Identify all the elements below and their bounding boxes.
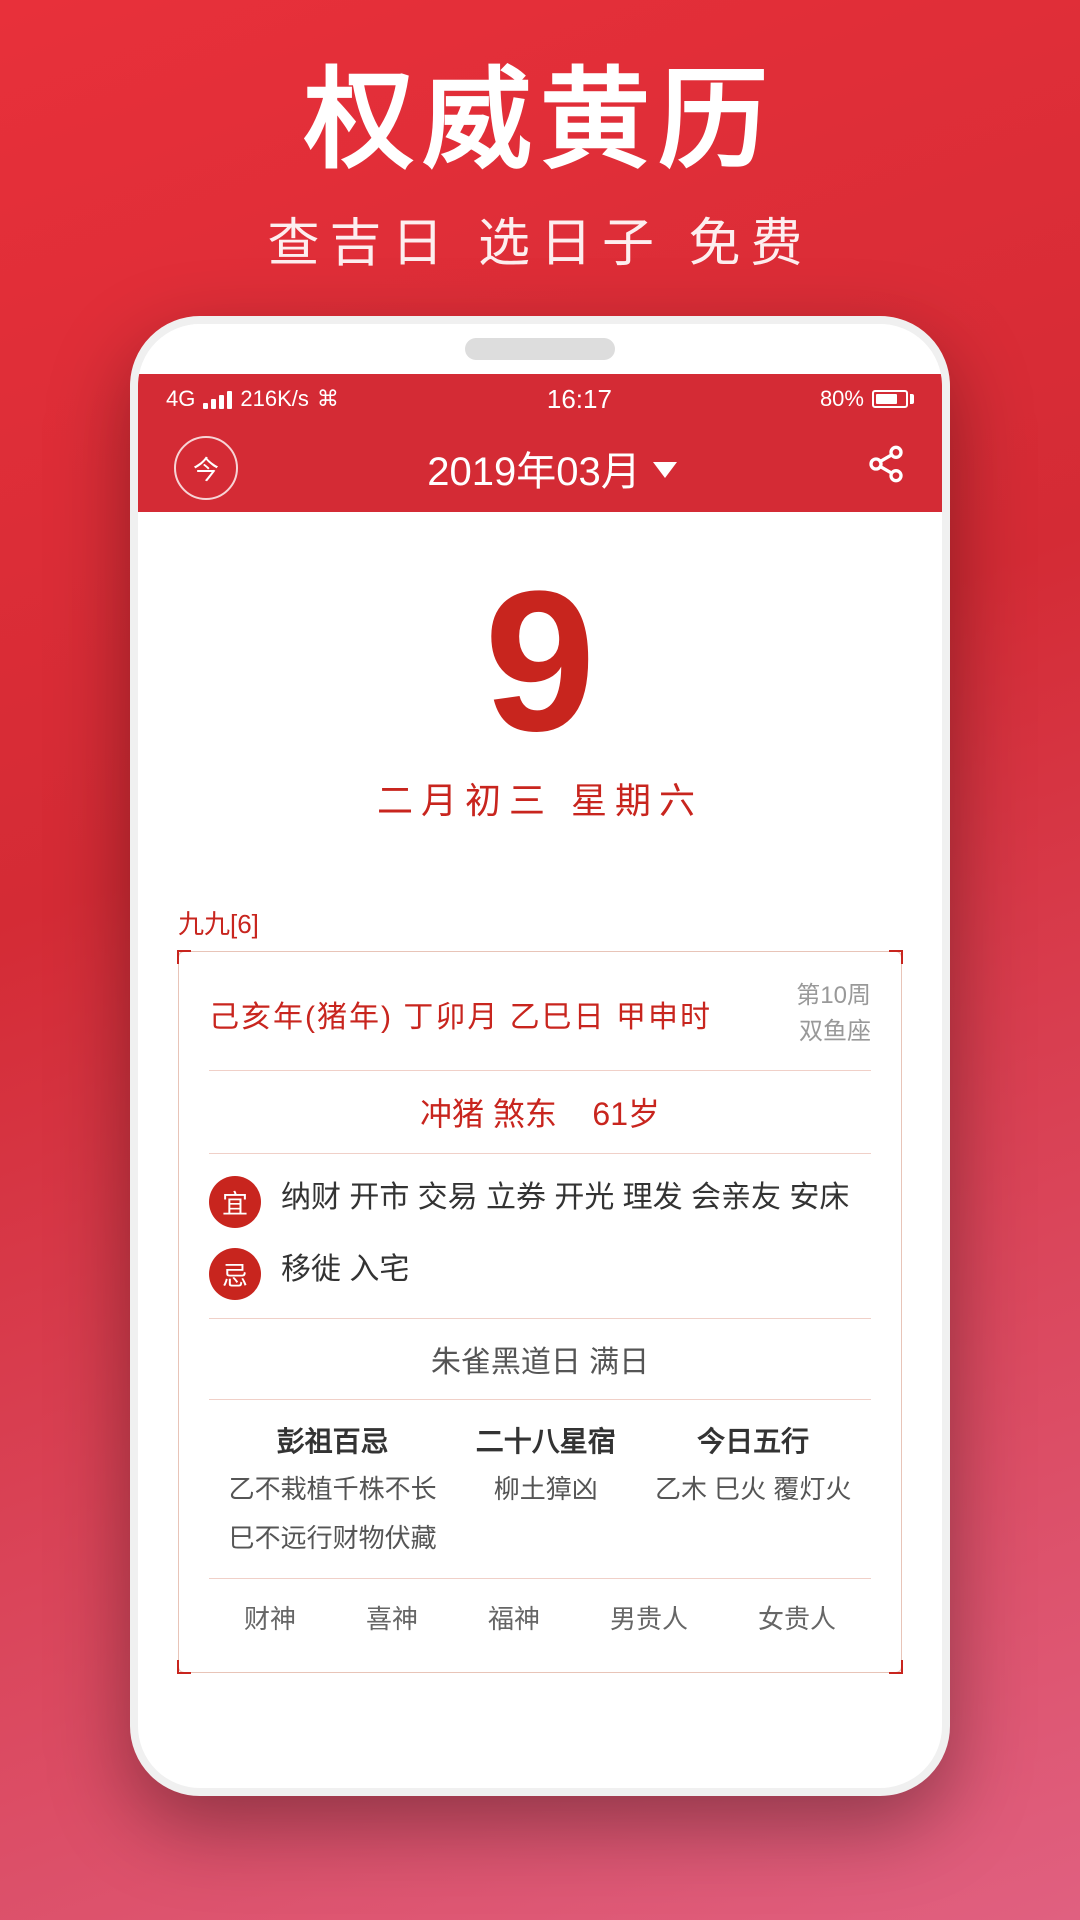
corner-tl-decoration xyxy=(177,950,191,964)
bottom-item-4: 男贵人 xyxy=(610,1599,688,1636)
share-button[interactable] xyxy=(866,444,906,493)
day-number: 9 xyxy=(178,562,902,762)
battery-percent-label: 80% xyxy=(820,386,864,412)
wuxing-value: 乙木 巳火 覆灯火 xyxy=(655,1470,851,1509)
ji-row: 忌 移徙 入宅 xyxy=(209,1244,871,1300)
share-icon xyxy=(866,444,906,484)
year-text: 己亥年(猪年) 丁卯月 乙巳日 甲申时 xyxy=(209,992,712,1036)
xishen-label: 喜神 xyxy=(366,1604,418,1634)
signal-bar-3 xyxy=(219,395,224,409)
conflict-row: 冲猪 煞东 61岁 xyxy=(209,1089,871,1135)
main-title: 权威黄历 xyxy=(304,60,776,181)
bottom-item-2: 喜神 xyxy=(366,1599,418,1636)
battery-body xyxy=(872,390,908,408)
month-label: 2019年03月 xyxy=(427,439,640,497)
divider-4 xyxy=(209,1399,871,1400)
wuxing-title: 今日五行 xyxy=(697,1420,809,1460)
yi-badge: 宜 xyxy=(209,1176,261,1228)
today-button[interactable]: 今 xyxy=(174,436,238,500)
battery-fill xyxy=(876,394,897,404)
today-label: 今 xyxy=(193,450,219,487)
nvguiren-label: 女贵人 xyxy=(758,1604,836,1634)
status-left: 4G 216K/s ⌘ xyxy=(166,386,339,412)
week-info: 第10周 双鱼座 xyxy=(796,978,871,1050)
corner-bl-decoration xyxy=(177,1660,191,1674)
nanguiren-label: 男贵人 xyxy=(610,1604,688,1634)
status-right: 80% xyxy=(820,386,914,412)
signal-bars-icon xyxy=(203,389,232,409)
yi-text: 纳财 开市 交易 立券 开光 理发 会亲友 安床 xyxy=(281,1172,871,1223)
nav-bar: 今 2019年03月 xyxy=(138,424,942,512)
ji-label: 忌 xyxy=(222,1256,248,1293)
divider-2 xyxy=(209,1153,871,1154)
pengzu-line2: 巳不远行财物伏藏 xyxy=(229,1519,437,1558)
pengzu-line1: 乙不栽植千株不长 xyxy=(229,1470,437,1509)
ji-text: 移徙 入宅 xyxy=(281,1244,871,1295)
battery-tip xyxy=(910,394,914,404)
phone-speaker-area xyxy=(138,324,942,374)
col-wuxing: 今日五行 乙木 巳火 覆灯火 xyxy=(655,1420,851,1558)
week-label: 第10周 xyxy=(796,978,871,1014)
fushen-label: 福神 xyxy=(488,1604,540,1634)
corner-tr-decoration xyxy=(889,950,903,964)
col-pengzu: 彭祖百忌 乙不栽植千株不长 巳不远行财物伏藏 xyxy=(229,1420,437,1558)
lunar-date: 二月初三 星期六 xyxy=(178,772,902,824)
conflict-text: 冲猪 煞东 61岁 xyxy=(420,1096,660,1132)
year-info-row: 己亥年(猪年) 丁卯月 乙巳日 甲申时 第10周 双鱼座 xyxy=(209,978,871,1050)
bottom-item-1: 财神 xyxy=(244,1599,296,1636)
age-label: 61岁 xyxy=(592,1096,660,1132)
battery-icon xyxy=(872,390,914,408)
phone-speaker xyxy=(465,338,615,360)
signal-bar-1 xyxy=(203,403,208,409)
status-time: 16:17 xyxy=(547,384,612,415)
yi-label: 宜 xyxy=(222,1184,248,1221)
bottom-row: 财神 喜神 福神 男贵人 女贵人 xyxy=(209,1578,871,1646)
special-day: 朱雀黑道日 满日 xyxy=(209,1337,871,1381)
col-star: 二十八星宿 柳土獐凶 xyxy=(476,1420,616,1558)
network-speed: 216K/s xyxy=(240,386,309,412)
phone-mockup: 4G 216K/s ⌘ 16:17 80% 今 xyxy=(130,316,950,1796)
signal-bar-2 xyxy=(211,399,216,409)
info-card: 己亥年(猪年) 丁卯月 乙巳日 甲申时 第10周 双鱼座 冲猪 煞东 61岁 宜 xyxy=(178,951,902,1673)
ji-badge: 忌 xyxy=(209,1248,261,1300)
sub-title: 查吉日 选日子 免费 xyxy=(268,201,813,276)
pengzu-title: 彭祖百忌 xyxy=(277,1420,389,1460)
signal-label: 4G xyxy=(166,386,195,412)
wifi-icon: ⌘ xyxy=(317,386,339,412)
dropdown-arrow-icon xyxy=(653,462,677,478)
corner-br-decoration xyxy=(889,1660,903,1674)
divider-3 xyxy=(209,1318,871,1319)
month-title[interactable]: 2019年03月 xyxy=(427,439,676,497)
status-bar: 4G 216K/s ⌘ 16:17 80% xyxy=(138,374,942,424)
nine-nine-label: 九九[6] xyxy=(178,904,902,941)
divider-1 xyxy=(209,1070,871,1071)
three-col: 彭祖百忌 乙不栽植千株不长 巳不远行财物伏藏 二十八星宿 柳土獐凶 今日五行 乙… xyxy=(209,1420,871,1558)
caishen-label: 财神 xyxy=(244,1604,296,1634)
top-section: 权威黄历 查吉日 选日子 免费 xyxy=(0,0,1080,316)
signal-bar-4 xyxy=(227,391,232,409)
zodiac-label: 双鱼座 xyxy=(796,1014,871,1050)
bottom-item-5: 女贵人 xyxy=(758,1599,836,1636)
yi-row: 宜 纳财 开市 交易 立券 开光 理发 会亲友 安床 xyxy=(209,1172,871,1228)
star-value: 柳土獐凶 xyxy=(494,1470,598,1509)
info-section: 九九[6] 己亥年(猪年) 丁卯月 乙巳日 甲申时 第10周 双鱼座 冲猪 煞东… xyxy=(138,904,942,1703)
calendar-content: 9 二月初三 星期六 xyxy=(138,512,942,904)
star-title: 二十八星宿 xyxy=(476,1420,616,1460)
conflict-label: 冲猪 煞东 xyxy=(420,1096,557,1132)
bottom-item-3: 福神 xyxy=(488,1599,540,1636)
